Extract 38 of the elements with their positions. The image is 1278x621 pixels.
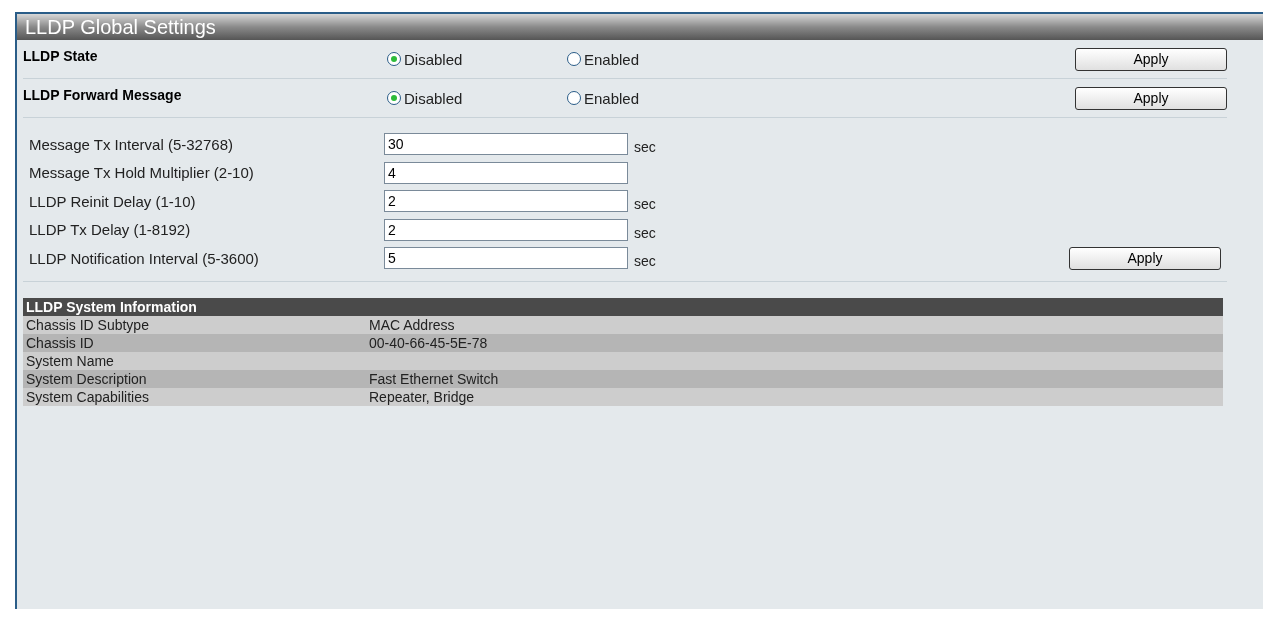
unit-label: sec [634,138,656,156]
field-label: LLDP Notification Interval (5-3600) [29,249,260,267]
radio-option[interactable]: Enabled [567,89,747,107]
table-cell: MAC Address [369,315,455,334]
input-field[interactable]: 2 [384,190,628,213]
field-label: Message Tx Interval (5-32768) [29,135,234,153]
setting-label: LLDP Forward Message [23,87,183,105]
input-field[interactable]: 5 [384,247,628,270]
input-field[interactable]: 2 [384,218,628,241]
radio-icon[interactable] [567,52,581,66]
table-cell-text: Chassis ID Subtype [26,315,150,334]
field-label: Message Tx Hold Multiplier (2-10) [29,164,255,182]
unit-label: sec [634,252,656,270]
table-cell-text: System Name [26,351,115,370]
table-cell-text: System Description [26,369,148,388]
radio-option[interactable]: Disabled [387,89,567,107]
radio-option[interactable]: Disabled [387,50,567,68]
apply-button[interactable]: Apply [1075,86,1227,110]
unit-label: sec [634,223,656,241]
input-field[interactable]: 4 [384,161,628,184]
table-cell: 00-40-66-45-5E-78 [369,333,488,352]
radio-icon[interactable] [567,91,581,105]
apply-button[interactable]: Apply [1069,246,1221,270]
field-label: LLDP Reinit Delay (1-10) [29,192,197,210]
radio-option[interactable]: Enabled [567,50,747,68]
unit-label: sec [634,195,656,213]
table-cell-text: Chassis ID [26,333,95,352]
table-header: LLDP System Information [23,297,1223,316]
field-label: LLDP Tx Delay (1-8192) [29,221,192,239]
setting-label: LLDP State [23,48,99,66]
table-cell: Fast Ethernet Switch [369,369,499,388]
apply-button[interactable]: Apply [1075,47,1227,71]
radio-icon[interactable] [387,91,401,105]
input-field[interactable]: 30 [384,133,628,156]
panel-title: LLDP Global Settings [17,14,1263,40]
table-cell: Repeater, Bridge [369,387,475,406]
table-cell-text: System Capabilities [26,387,150,406]
radio-icon[interactable] [387,52,401,66]
